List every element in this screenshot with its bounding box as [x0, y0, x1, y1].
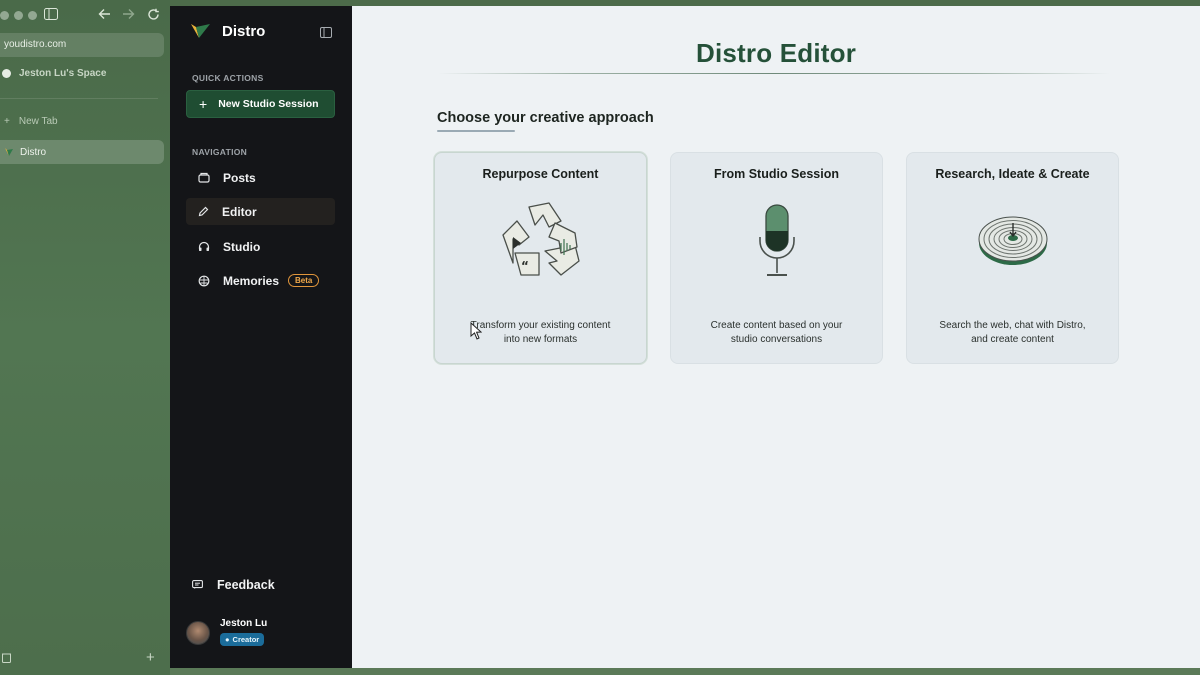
back-arrow-icon[interactable]	[98, 8, 111, 20]
card-desc-line: Create content based on your	[710, 320, 843, 331]
creator-label: Creator	[232, 635, 260, 644]
card-repurpose-content[interactable]: Repurpose Content “ Transform your exist…	[434, 152, 647, 364]
mouse-cursor-icon	[470, 321, 483, 345]
reload-icon[interactable]	[147, 8, 160, 21]
card-desc-line: studio conversations	[730, 334, 823, 345]
archive-icon[interactable]	[2, 652, 11, 666]
recycle-icon: “	[499, 201, 583, 286]
new-studio-session-button[interactable]: + New Studio Session	[186, 90, 335, 118]
pencil-icon	[198, 206, 209, 217]
microphone-icon	[752, 201, 802, 286]
creator-badge: ● Creator	[220, 633, 265, 646]
heading-underline	[437, 130, 515, 132]
navigation-label: NAVIGATION	[192, 147, 248, 157]
window-controls[interactable]	[0, 11, 37, 20]
close-window-icon[interactable]	[0, 11, 9, 20]
space-switcher[interactable]: Jeston Lu's Space	[2, 68, 106, 79]
nav-item-studio[interactable]: Studio	[186, 233, 335, 260]
tab-label: Distro	[20, 146, 47, 158]
new-tab-button[interactable]: + New Tab	[4, 116, 58, 127]
card-description: Search the web, chat with Distro, and cr…	[921, 319, 1104, 347]
card-title: Research, Ideate & Create	[935, 167, 1090, 181]
space-name: Jeston Lu's Space	[19, 68, 107, 79]
feedback-label: Feedback	[217, 578, 275, 592]
new-tab-label: New Tab	[18, 116, 58, 127]
brand[interactable]: Distro	[190, 22, 265, 40]
new-session-label: New Studio Session	[218, 98, 319, 110]
page-title: Distro Editor	[695, 38, 857, 68]
card-title: From Studio Session	[713, 167, 839, 181]
beta-badge: Beta	[288, 274, 320, 287]
nav-item-editor[interactable]: Editor	[186, 198, 335, 225]
space-icon	[2, 69, 11, 78]
card-desc-line: and create content	[971, 334, 1054, 345]
feedback-button[interactable]: Feedback	[192, 578, 275, 592]
nav-item-memories[interactable]: Memories Beta	[186, 267, 335, 294]
avatar	[186, 620, 210, 645]
card-desc-line: Search the web, chat with Distro,	[939, 320, 1086, 331]
toggle-sidebar-icon[interactable]	[44, 8, 58, 20]
window-bottom-edge	[170, 668, 1200, 675]
feedback-icon	[192, 580, 203, 589]
card-description: Create content based on your studio conv…	[685, 319, 868, 347]
distro-logo-icon	[191, 24, 210, 38]
collapse-sidebar-icon[interactable]	[320, 25, 332, 43]
divider	[0, 98, 158, 99]
bell-icon: ●	[225, 635, 230, 644]
plus-icon: +	[4, 116, 10, 127]
quick-actions-label: QUICK ACTIONS	[192, 73, 264, 83]
section-heading: Choose your creative approach	[437, 110, 654, 126]
add-icon[interactable]: +	[146, 649, 155, 666]
maximize-window-icon[interactable]	[28, 11, 37, 20]
user-profile[interactable]: Jeston Lu ● Creator	[186, 618, 267, 647]
maze-icon	[975, 201, 1051, 276]
distro-favicon-icon	[5, 148, 13, 156]
minimize-window-icon[interactable]	[14, 11, 23, 20]
url-bar[interactable]: youdistro.com	[0, 33, 164, 57]
nav-item-posts[interactable]: Posts	[186, 164, 335, 191]
nav-label: Studio	[223, 239, 261, 254]
card-research-ideate-create[interactable]: Research, Ideate & Create Search the web…	[906, 152, 1119, 364]
headphones-icon	[198, 241, 210, 251]
user-name: Jeston Lu	[220, 618, 268, 629]
nav-label: Editor	[222, 204, 257, 219]
browser-tab-distro[interactable]: Distro	[0, 140, 164, 164]
card-from-studio-session[interactable]: From Studio Session Create content based…	[670, 152, 883, 364]
app-sidebar: Distro QUICK ACTIONS + New Studio Sessio…	[170, 6, 352, 668]
brain-icon	[198, 275, 210, 286]
svg-text:“: “	[521, 259, 529, 273]
nav-label: Posts	[223, 170, 256, 185]
title-divider	[438, 73, 1110, 74]
nav-label: Memories	[223, 273, 280, 288]
plus-icon: +	[199, 96, 208, 112]
card-title: Repurpose Content	[482, 167, 599, 181]
brand-title: Distro	[222, 22, 266, 40]
posts-icon	[198, 172, 210, 183]
forward-arrow-icon[interactable]	[122, 8, 135, 20]
browser-sidebar: youdistro.com Jeston Lu's Space + New Ta…	[0, 0, 170, 675]
